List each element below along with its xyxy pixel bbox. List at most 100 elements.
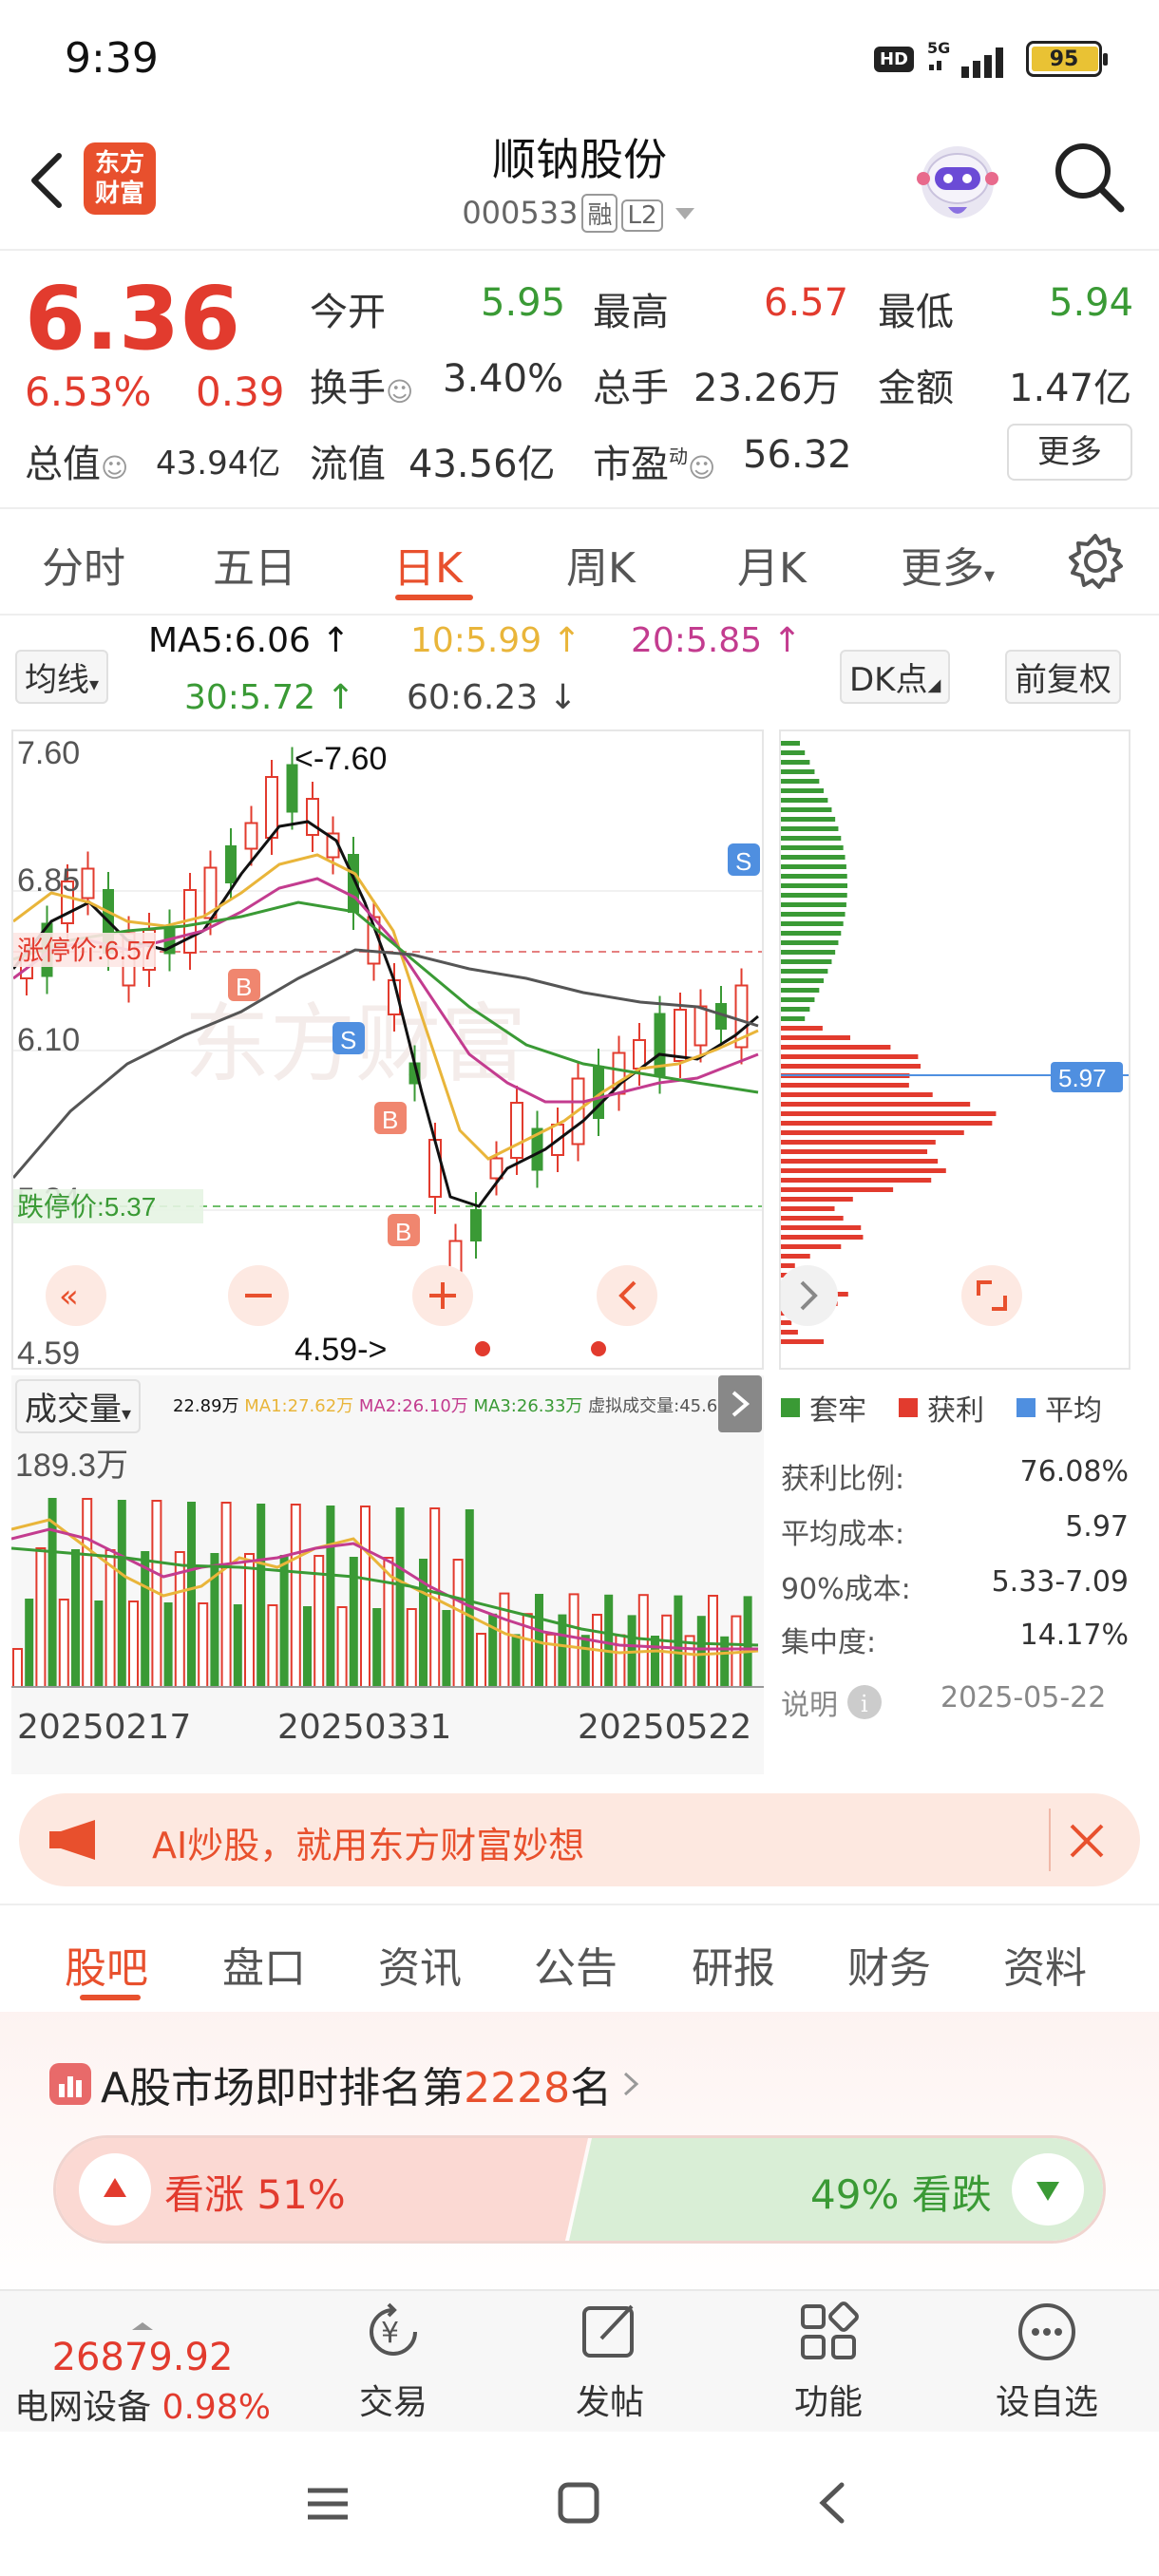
chip-distribution-chart[interactable]: 5.97: [777, 729, 1130, 1370]
low-value: 5.94: [1049, 281, 1134, 325]
search-icon[interactable]: [1051, 139, 1127, 215]
concentration-value: 14.17%: [1019, 1619, 1129, 1652]
tab-weekly-k[interactable]: 周K: [566, 534, 636, 595]
chip-bar: [781, 817, 836, 822]
settings-gear-icon[interactable]: [1066, 532, 1125, 591]
volume-bar: [372, 1608, 382, 1687]
candle-body: [510, 1102, 523, 1159]
avg-cost-value: 5.97: [1065, 1510, 1129, 1544]
more-button[interactable]: 更多: [1007, 424, 1132, 481]
tab-guba[interactable]: 股吧: [65, 1934, 148, 1995]
tab-pankou[interactable]: 盘口: [222, 1934, 306, 1995]
tab-five-day[interactable]: 五日: [213, 534, 296, 595]
fullscreen-icon[interactable]: [961, 1265, 1022, 1326]
limit-up-label: 涨停价:6.57: [17, 936, 156, 965]
chip-bar: [781, 1130, 964, 1135]
sentiment-bar: 看涨 51% 49% 看跌: [53, 2135, 1106, 2244]
adjust-button[interactable]: 前复权: [1005, 650, 1121, 704]
chip-bar: [781, 912, 846, 917]
tab-news[interactable]: 资讯: [378, 1934, 462, 1995]
date-end: 20250522: [578, 1708, 752, 1747]
tab-finance[interactable]: 财务: [847, 1934, 931, 1995]
tab-research[interactable]: 研报: [692, 1934, 775, 1995]
volume-value: 23.26万: [694, 367, 841, 410]
vote-down-button[interactable]: [1012, 2153, 1084, 2226]
volume-bar: [71, 1549, 80, 1687]
megaphone-icon: [49, 1820, 95, 1860]
volume-bar: [220, 1502, 232, 1688]
robot-assistant-icon[interactable]: [910, 133, 1005, 228]
nav-trade[interactable]: ¥ 交易: [317, 2299, 469, 2424]
chip-bar: [781, 1263, 795, 1268]
ma30-legend: 30:5.72 ↑: [184, 678, 355, 717]
tab-intraday[interactable]: 分时: [42, 534, 125, 595]
volume-chart[interactable]: 189.3万: [10, 1434, 764, 1691]
chip-bar: [781, 1083, 909, 1088]
expand-right-icon[interactable]: [777, 1265, 838, 1326]
volume-bar: [637, 1594, 649, 1688]
chip-bar: [781, 1244, 842, 1249]
tab-monthly-k[interactable]: 月K: [737, 534, 807, 595]
volume-bar: [279, 1555, 289, 1687]
chip-bar: [781, 1035, 851, 1040]
kline-chart[interactable]: 东方财富 7.60 6.85 6.10 5.34 4.59 <-7.60 4.5…: [11, 729, 764, 1372]
open-label: 今开: [310, 291, 386, 334]
axis-t3: 6.10: [17, 1022, 80, 1058]
chip-bar: [781, 760, 810, 765]
close-icon[interactable]: [1066, 1820, 1108, 1862]
menu-icon[interactable]: [304, 2479, 352, 2527]
volume-bar: [476, 1633, 486, 1688]
volume-bar: [406, 1608, 417, 1688]
chip-bar: [781, 1206, 835, 1211]
amount-label: 金额: [878, 367, 954, 410]
nav-functions[interactable]: 功能: [752, 2299, 904, 2424]
volume-bar: [48, 1498, 57, 1687]
volume-bar: [290, 1504, 301, 1688]
cost-90-value: 5.33-7.09: [991, 1565, 1129, 1599]
chip-bar: [781, 1339, 825, 1344]
buy-marker: B: [374, 1102, 407, 1134]
tab-profile[interactable]: 资料: [1003, 1934, 1087, 1995]
volume-indicator-select[interactable]: 成交量▾: [15, 1379, 142, 1433]
chip-note[interactable]: 说明 i: [781, 1681, 884, 1723]
sector-index[interactable]: 26879.92 电网设备 0.98%: [0, 2318, 285, 2429]
home-icon[interactable]: [555, 2479, 602, 2527]
chip-bar: [781, 807, 832, 812]
change-pct: 6.53%: [25, 369, 152, 415]
info-icon: i: [847, 1685, 882, 1719]
chip-bar: [781, 741, 800, 746]
vote-up-button[interactable]: [79, 2153, 151, 2226]
low-label: 最低: [878, 291, 954, 334]
status-icons: HD 5G 95: [873, 38, 1108, 80]
volume-bar: [696, 1616, 706, 1687]
ma10-legend: 10:5.99 ↑: [410, 621, 581, 660]
candle-body: [306, 798, 319, 836]
chip-bar: [781, 883, 847, 888]
tab-daily-k[interactable]: 日K: [393, 534, 463, 595]
chip-bar: [781, 921, 844, 926]
more-dots-icon: [1018, 2303, 1075, 2360]
nav-add-watchlist[interactable]: 设自选: [971, 2299, 1123, 2424]
volume-bar: [568, 1593, 580, 1688]
low-marker: 4.59->: [294, 1332, 387, 1368]
indicator-select[interactable]: 均线▾: [15, 650, 109, 704]
volume-bar: [511, 1634, 521, 1687]
chip-bar: [781, 779, 820, 784]
candle-body: [674, 1009, 687, 1062]
chip-bar: [781, 1102, 971, 1107]
chip-bar: [781, 864, 846, 869]
chip-bar: [781, 997, 815, 1002]
back-nav-icon[interactable]: [809, 2479, 857, 2527]
volume-expand-button[interactable]: [718, 1375, 762, 1432]
market-rank-row[interactable]: A股市场即时排名第2228名: [49, 2054, 640, 2114]
scroll-left-icon[interactable]: [597, 1265, 657, 1326]
tab-announcements[interactable]: 公告: [534, 1934, 618, 1995]
dk-point-button[interactable]: DK点◢: [840, 650, 951, 704]
chip-bar: [781, 931, 842, 936]
nav-post[interactable]: 发帖: [534, 2299, 686, 2424]
volume-bar: [233, 1604, 242, 1687]
buy-marker: B: [228, 969, 260, 1001]
chip-bar: [781, 836, 842, 841]
tab-more[interactable]: 更多▾: [901, 534, 995, 595]
ai-banner-text[interactable]: AI炒股，就用东方财富妙想: [152, 1816, 584, 1868]
